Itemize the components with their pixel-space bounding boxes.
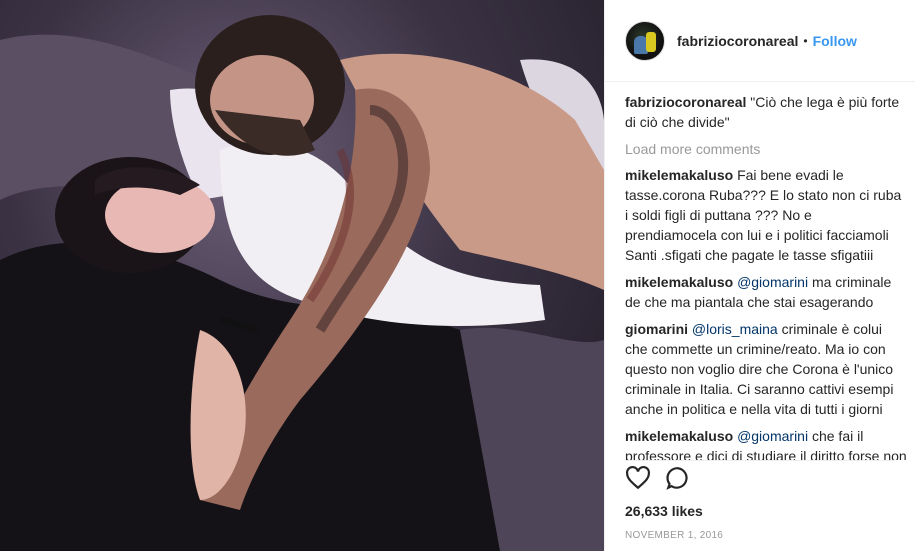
photo-illustration <box>0 15 604 551</box>
post-actions <box>625 465 691 497</box>
comment: mikelemakaluso @giomarini ma criminale d… <box>625 272 907 312</box>
load-more-comments[interactable]: Load more comments <box>625 139 907 159</box>
comment-mention[interactable]: @giomarini <box>737 428 808 444</box>
comment-username[interactable]: mikelemakaluso <box>625 167 733 183</box>
comment-username[interactable]: mikelemakaluso <box>625 274 733 290</box>
username-link[interactable]: fabriziocoronareal <box>677 33 798 49</box>
likes-count[interactable]: 26,633 likes <box>625 503 703 519</box>
comment-bubble-icon[interactable] <box>665 465 691 491</box>
comment: mikelemakaluso @giomarini che fai il pro… <box>625 426 907 460</box>
post-sidebar: fabriziocoronareal • Follow fabriziocoro… <box>604 0 915 551</box>
comments-section[interactable]: fabriziocoronareal "Ciò che lega è più f… <box>605 82 915 460</box>
post-header: fabriziocoronareal • Follow <box>605 0 915 82</box>
comment: mikelemakaluso Fai bene evadi le tasse.c… <box>625 165 907 265</box>
post-date: NOVEMBER 1, 2016 <box>625 530 724 541</box>
heart-icon[interactable] <box>625 465 651 491</box>
caption: fabriziocoronareal "Ciò che lega è più f… <box>625 92 907 132</box>
comment-username[interactable]: giomarini <box>625 321 688 337</box>
instagram-post: fabriziocoronareal • Follow fabriziocoro… <box>0 0 915 551</box>
post-photo[interactable] <box>0 0 604 551</box>
comment: giomarini @loris_maina criminale è colui… <box>625 319 907 419</box>
comment-mention[interactable]: @giomarini <box>737 274 808 290</box>
comment-username[interactable]: mikelemakaluso <box>625 428 733 444</box>
follow-button[interactable]: Follow <box>813 33 857 49</box>
actions-divider <box>625 460 895 461</box>
comment-mention[interactable]: @loris_maina <box>692 321 778 337</box>
user-avatar[interactable] <box>625 20 665 61</box>
separator-dot: • <box>803 33 808 48</box>
caption-username[interactable]: fabriziocoronareal <box>625 94 746 110</box>
